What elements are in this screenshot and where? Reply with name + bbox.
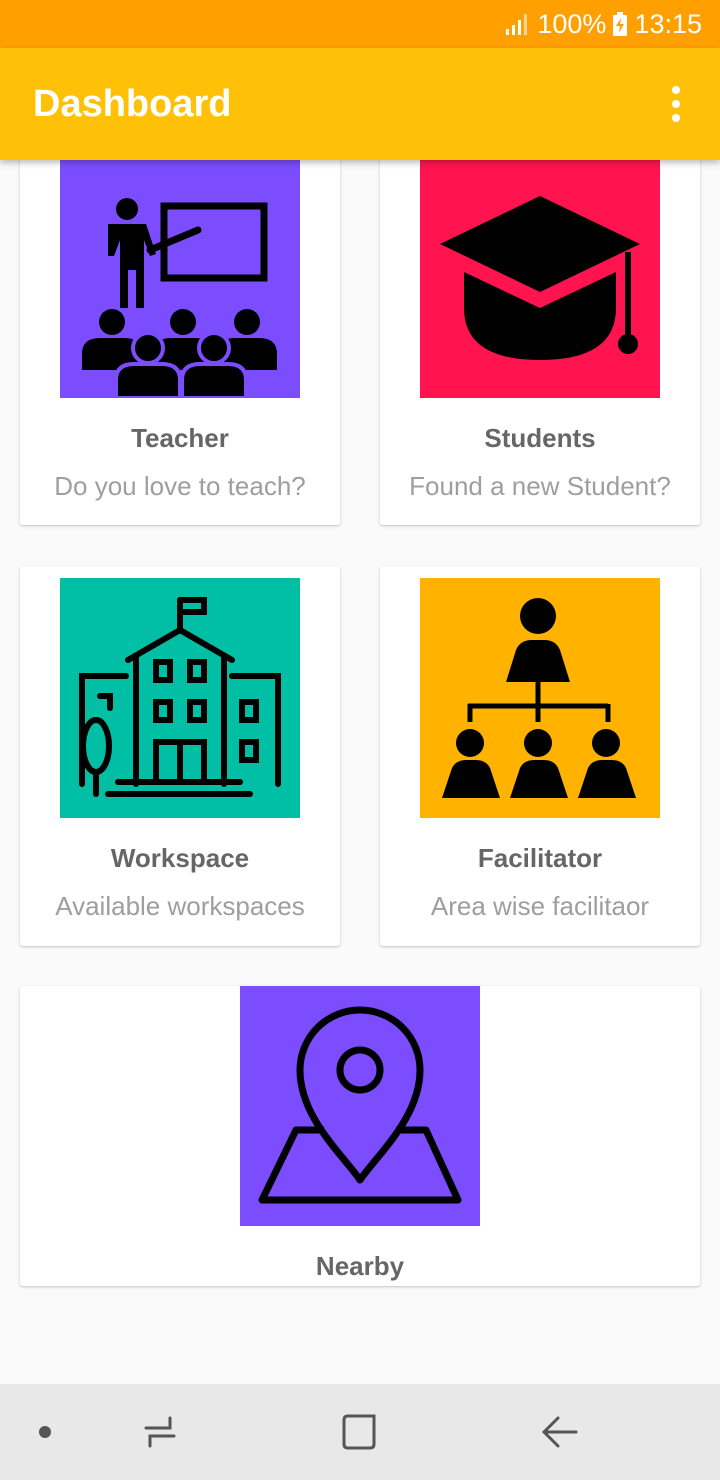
card-title-teacher: Teacher (131, 423, 229, 453)
card-nearby[interactable]: Nearby (20, 986, 700, 1286)
nav-dot-button[interactable] (20, 1384, 70, 1480)
teacher-tile (60, 158, 300, 398)
navigation-bar (0, 1384, 720, 1480)
facilitator-tile (420, 578, 660, 818)
teacher-classroom-icon (82, 198, 277, 398)
app-bar: Dashboard (0, 48, 720, 160)
card-subtitle-workspace: Available workspaces (55, 891, 305, 921)
card-title-facilitator: Facilitator (477, 843, 603, 873)
school-building-icon (79, 597, 281, 797)
card-students[interactable]: Students Found a new Student? (380, 140, 700, 525)
nearby-tile (240, 986, 480, 1226)
more-vert-icon (672, 86, 680, 94)
battery-percent: 100% (537, 8, 607, 39)
students-tile (420, 158, 660, 398)
home-icon (342, 1414, 376, 1450)
clock: 13:15 (634, 8, 702, 39)
card-title-students: Students (484, 423, 596, 453)
workspace-tile (60, 578, 300, 818)
card-subtitle-facilitator: Area wise facilitaor (430, 891, 650, 921)
hierarchy-icon (442, 598, 636, 798)
signal-icon (506, 14, 528, 35)
home-button[interactable] (330, 1384, 390, 1480)
page-title: Dashboard (33, 83, 232, 125)
card-workspace[interactable]: Workspace Available workspaces (20, 566, 340, 946)
back-button[interactable] (530, 1384, 590, 1480)
status-bar: 100% 13:15 (0, 0, 720, 48)
card-subtitle-students: Found a new Student? (409, 471, 671, 501)
recents-button[interactable] (130, 1384, 190, 1480)
map-pin-icon (258, 1006, 462, 1204)
more-options-button[interactable] (656, 76, 696, 132)
card-teacher[interactable]: Teacher Do you love to teach? (20, 140, 340, 525)
card-subtitle-teacher: Do you love to teach? (54, 471, 306, 501)
dot-icon (39, 1426, 51, 1438)
card-title-workspace: Workspace (110, 843, 250, 873)
card-title-nearby: Nearby (315, 1251, 405, 1281)
recents-icon (144, 1416, 176, 1448)
battery-charging-icon (613, 12, 628, 36)
back-icon (542, 1416, 578, 1448)
graduation-cap-icon (440, 196, 640, 360)
card-facilitator[interactable]: Facilitator Area wise facilitaor (380, 566, 700, 946)
